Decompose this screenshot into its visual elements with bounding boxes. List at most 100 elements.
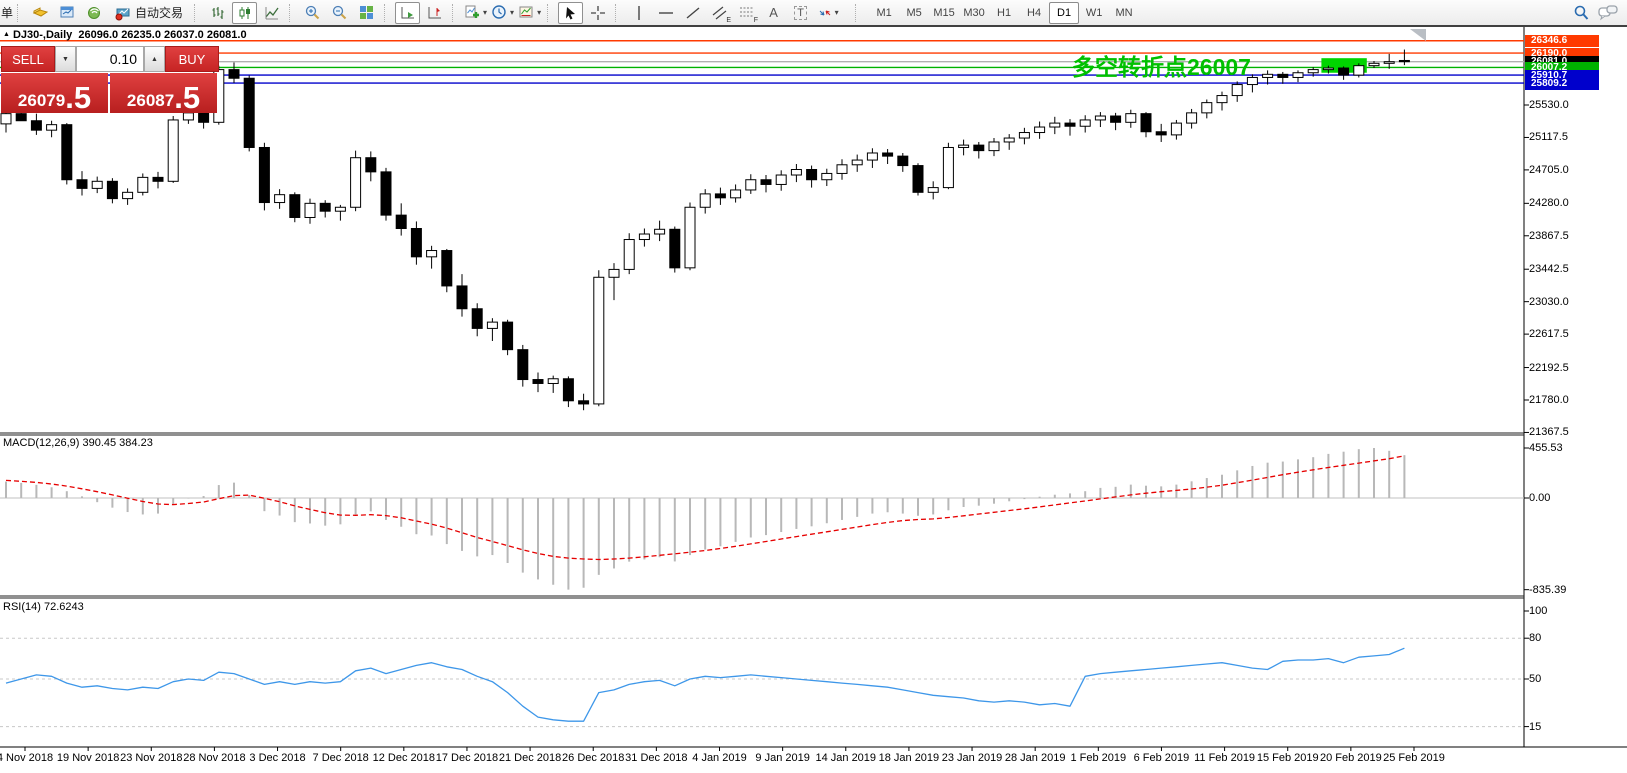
new-order-button[interactable] xyxy=(28,2,53,24)
templates-icon xyxy=(518,4,535,21)
timeframe-button-m30[interactable]: M30 xyxy=(959,2,989,24)
overflow-button[interactable]: 单 xyxy=(1,4,13,21)
candle-body xyxy=(563,379,573,401)
chevron-down-icon[interactable]: ▾ xyxy=(537,8,541,17)
buy-button[interactable]: BUY xyxy=(165,46,219,72)
buy-price-frac: .5 xyxy=(174,86,200,109)
candle-body xyxy=(503,322,513,350)
time-tick-label: 28 Nov 2018 xyxy=(183,752,245,764)
candle-body xyxy=(1065,123,1075,126)
trendline-icon xyxy=(685,5,701,21)
auto-trading-button[interactable]: 自动交易 xyxy=(108,2,190,24)
arrows-button[interactable]: ▾ xyxy=(815,2,840,24)
candle-body xyxy=(943,147,953,187)
sell-price-button[interactable]: 26079.5 xyxy=(1,73,108,113)
toolbar-separator xyxy=(289,4,295,22)
line-chart-button[interactable] xyxy=(259,2,284,24)
chart-ohlc-values: 26096.0 26235.0 26037.0 26081.0 xyxy=(78,29,246,41)
macd-tick-label: -835.39 xyxy=(1529,584,1566,596)
search-button[interactable] xyxy=(1568,2,1593,24)
candle-body xyxy=(351,158,361,208)
signals-icon xyxy=(86,4,103,21)
zoom-out-button[interactable] xyxy=(327,2,352,24)
candle-body xyxy=(77,180,87,189)
candle-body xyxy=(670,229,680,268)
timeframe-button-h4[interactable]: H4 xyxy=(1019,2,1049,24)
candle-body xyxy=(518,350,528,380)
time-tick-label: 31 Dec 2018 xyxy=(625,752,687,764)
candle-body xyxy=(959,145,969,147)
candle-body xyxy=(1156,132,1166,135)
timeframe-button-h1[interactable]: H1 xyxy=(989,2,1019,24)
tile-windows-button[interactable] xyxy=(354,2,379,24)
sell-price-int: 26079 xyxy=(18,92,65,109)
line-chart-icon xyxy=(264,5,280,21)
scroll-to-end-icon[interactable] xyxy=(1410,29,1426,41)
rsi-tick-label: 50 xyxy=(1529,673,1541,685)
periods-button[interactable]: ▾ xyxy=(490,2,515,24)
fibo-letter: F xyxy=(754,17,758,24)
auto-scroll-button[interactable] xyxy=(395,2,420,24)
text-button[interactable]: A xyxy=(761,2,786,24)
time-tick-label: 18 Jan 2019 xyxy=(879,752,940,764)
fibonacci-button[interactable]: F xyxy=(734,2,759,24)
chart-symbol-period: DJ30-,Daily xyxy=(13,29,72,41)
chevron-down-icon[interactable]: ▾ xyxy=(483,8,487,17)
time-tick-label: 15 Feb 2019 xyxy=(1257,752,1319,764)
toolbar-right-group xyxy=(1567,2,1621,24)
one-click-trading-arrow-icon[interactable]: ▲ xyxy=(3,31,10,38)
candle-body xyxy=(685,207,695,268)
candle-body xyxy=(1035,127,1045,133)
indicators-button[interactable]: ▾ xyxy=(463,2,488,24)
signals-button[interactable] xyxy=(82,2,107,24)
rsi-tick-label: 80 xyxy=(1529,632,1541,644)
chart-shift-icon xyxy=(427,5,443,21)
chat-button[interactable] xyxy=(1595,2,1620,24)
bar-chart-button[interactable] xyxy=(205,2,230,24)
lot-increase-button[interactable]: ▲ xyxy=(144,46,165,72)
candle-body xyxy=(1369,63,1379,65)
timeframe-button-m1[interactable]: M1 xyxy=(869,2,899,24)
candle-body xyxy=(639,234,649,240)
templates-button[interactable]: ▾ xyxy=(517,2,542,24)
chevron-down-icon[interactable]: ▾ xyxy=(835,8,839,17)
candle-body xyxy=(898,156,908,165)
candle-body xyxy=(1339,68,1349,75)
timeframe-button-d1[interactable]: D1 xyxy=(1049,2,1079,24)
text-label-button[interactable]: T xyxy=(788,2,813,24)
equidistant-channel-button[interactable]: E xyxy=(707,2,732,24)
crosshair-button[interactable] xyxy=(585,2,610,24)
fibonacci-icon xyxy=(739,5,755,21)
timeframe-button-m15[interactable]: M15 xyxy=(929,2,959,24)
lot-decrease-button[interactable]: ▼ xyxy=(55,46,76,72)
candle-body xyxy=(731,190,741,198)
buy-price-button[interactable]: 26087.5 xyxy=(110,73,217,113)
timeframe-button-w1[interactable]: W1 xyxy=(1079,2,1109,24)
candle-body xyxy=(1050,123,1060,127)
candlestick-chart-button[interactable] xyxy=(232,2,257,24)
zoom-in-button[interactable] xyxy=(300,2,325,24)
market-watch-button[interactable] xyxy=(55,2,80,24)
candle-body xyxy=(229,70,239,79)
timeframe-button-mn[interactable]: MN xyxy=(1109,2,1139,24)
chevron-down-icon[interactable]: ▾ xyxy=(510,8,514,17)
vertical-line-button[interactable] xyxy=(626,2,651,24)
candle-body xyxy=(776,175,786,184)
main-toolbar: 单 自动交易 ▾ ▾ xyxy=(0,0,1627,25)
horizontal-line-button[interactable] xyxy=(653,2,678,24)
time-tick-label: 19 Nov 2018 xyxy=(57,752,119,764)
trendline-button[interactable] xyxy=(680,2,705,24)
rsi-indicator-label: RSI(14) 72.6243 xyxy=(3,601,84,613)
candle-body xyxy=(1399,60,1409,61)
trade-panel-price-row: 26079.5 26087.5 xyxy=(1,73,219,113)
cursor-button[interactable] xyxy=(558,2,583,24)
candle-body xyxy=(1263,74,1273,77)
lot-size-input[interactable] xyxy=(76,46,144,72)
candle-body xyxy=(1171,123,1181,135)
chart-shift-button[interactable] xyxy=(422,2,447,24)
price-tick-label: 22617.5 xyxy=(1529,328,1569,340)
chart-surface[interactable] xyxy=(0,0,1627,773)
timeframe-button-m5[interactable]: M5 xyxy=(899,2,929,24)
sell-button[interactable]: SELL xyxy=(1,46,55,72)
candle-body xyxy=(320,203,330,211)
